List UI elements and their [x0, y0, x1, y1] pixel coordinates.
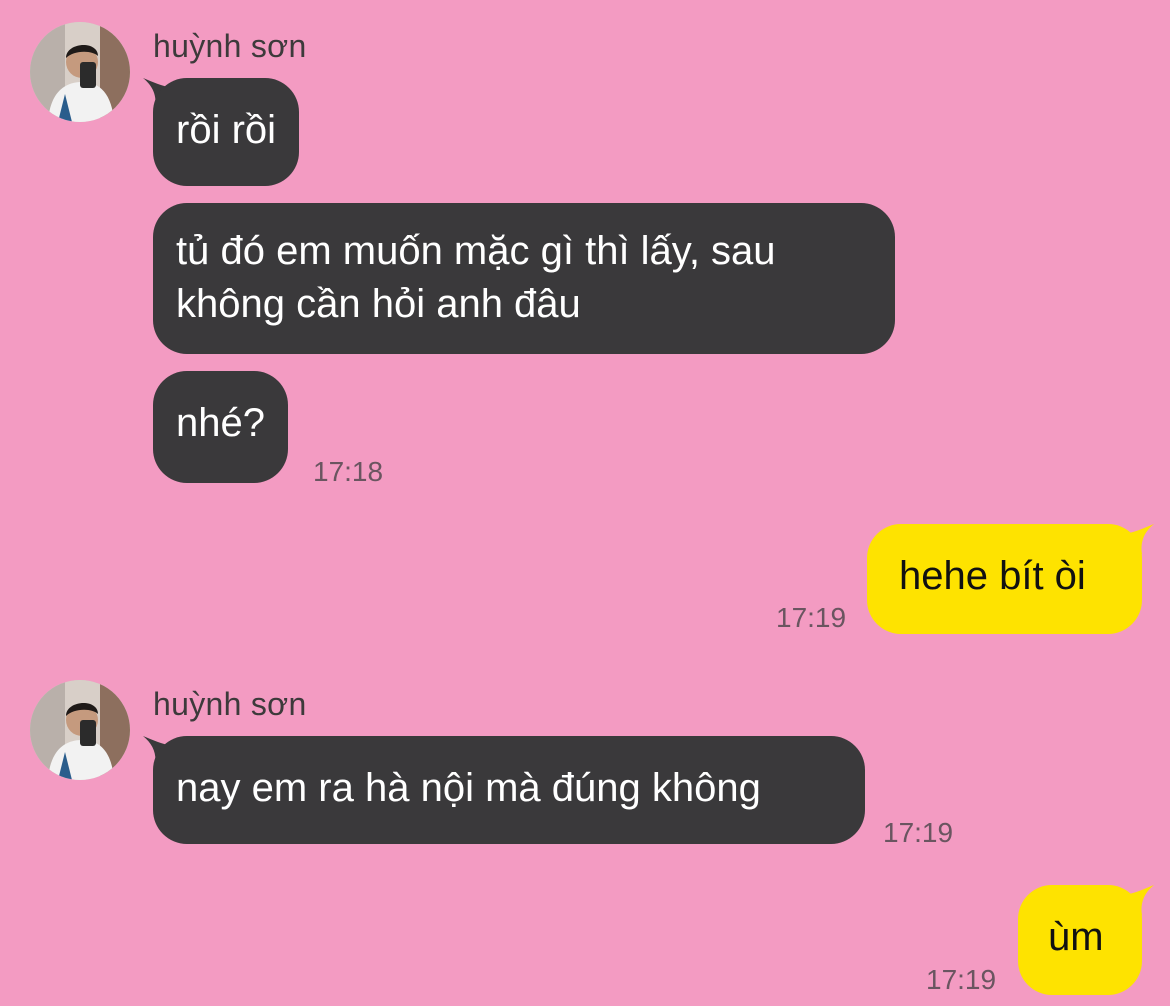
sender-avatar[interactable]: [30, 22, 130, 122]
message-timestamp: 17:19: [883, 817, 954, 848]
sender-name: huỳnh sơn: [153, 28, 307, 64]
message-timestamp: 17:19: [776, 602, 847, 633]
message-timestamp: 17:19: [926, 964, 997, 995]
chat-conversation: huỳnh sơn rồi rồi tủ đó em muốn mặc gì t…: [0, 0, 1170, 1006]
message-bubble[interactable]: tủ đó em muốn mặc gì thì lấy, sau không …: [153, 203, 895, 354]
message-bubble[interactable]: rồi rồi: [153, 78, 300, 186]
message-bubble[interactable]: nay em ra hà nội mà đúng không: [153, 736, 865, 844]
message-timestamp: 17:18: [313, 456, 384, 487]
bubble-tail: [1124, 885, 1154, 915]
sender-name: huỳnh sơn: [153, 686, 307, 722]
bubble-tail: [1124, 524, 1154, 554]
message-bubble[interactable]: hehe bít òi: [867, 524, 1142, 634]
sender-avatar[interactable]: [30, 680, 130, 780]
message-bubble[interactable]: nhé?: [153, 371, 288, 483]
